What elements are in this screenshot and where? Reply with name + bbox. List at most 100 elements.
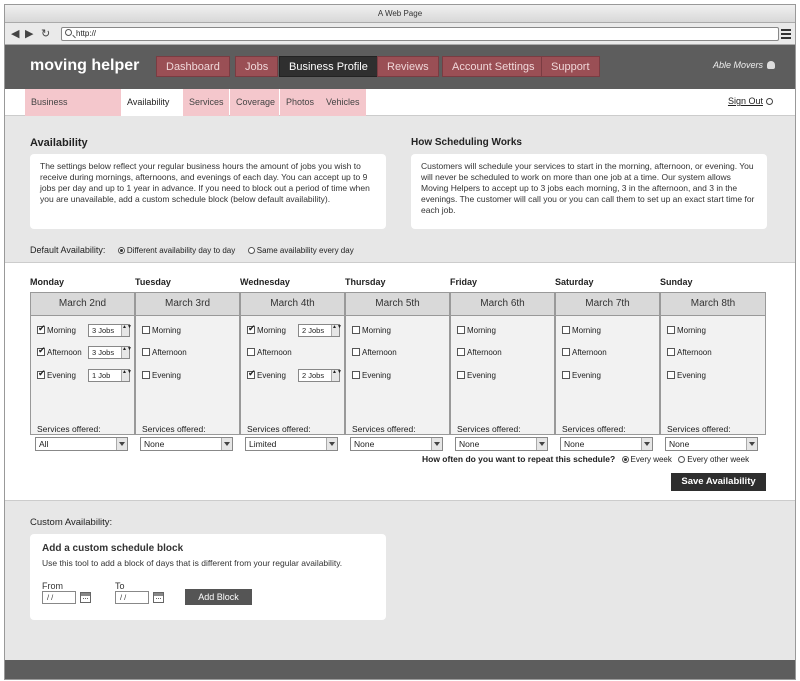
- stepper-arrows-icon[interactable]: ▲▼: [121, 370, 132, 381]
- checkbox-evening[interactable]: [142, 371, 150, 379]
- slot-afternoon[interactable]: Afternoon: [247, 347, 292, 359]
- option-every-week[interactable]: Every week: [621, 455, 672, 464]
- checkbox-morning[interactable]: [142, 326, 150, 334]
- jobs-stepper[interactable]: 3 Jobs ▲▼: [88, 346, 132, 359]
- back-arrow-icon[interactable]: ◀: [11, 27, 19, 41]
- user-menu[interactable]: Able Movers: [713, 60, 775, 70]
- stepper-arrows-icon[interactable]: ▲▼: [331, 370, 342, 381]
- radio-same[interactable]: [247, 247, 255, 254]
- tab-services[interactable]: Services: [183, 89, 229, 116]
- slot-morning[interactable]: Morning: [352, 325, 391, 337]
- checkbox-afternoon[interactable]: [352, 348, 360, 356]
- tab-coverage[interactable]: Coverage: [230, 89, 279, 116]
- url-field[interactable]: http://: [61, 27, 779, 41]
- slot-morning[interactable]: Morning: [37, 323, 76, 337]
- services-select[interactable]: None: [350, 437, 443, 451]
- checkbox-evening[interactable]: [352, 371, 360, 379]
- radio-different[interactable]: [117, 247, 125, 254]
- slot-morning[interactable]: Morning: [142, 325, 181, 337]
- slot-afternoon[interactable]: Afternoon: [352, 347, 397, 359]
- checkbox-evening[interactable]: [667, 371, 675, 379]
- logo[interactable]: moving helper: [30, 57, 139, 75]
- stepper-arrows-icon[interactable]: ▲▼: [121, 325, 132, 336]
- option-every-other-week[interactable]: Every other week: [678, 455, 749, 464]
- to-date-input[interactable]: / /: [115, 591, 149, 604]
- nav-support[interactable]: Support: [541, 56, 600, 77]
- add-block-button[interactable]: Add Block: [185, 589, 252, 605]
- checkbox-afternoon[interactable]: [457, 348, 465, 356]
- slot-morning[interactable]: Morning: [667, 325, 706, 337]
- services-select[interactable]: None: [560, 437, 653, 451]
- stepper-arrows-icon[interactable]: ▲▼: [121, 347, 132, 358]
- jobs-stepper[interactable]: 2 Jobs ▲▼: [298, 324, 342, 337]
- option-different-day[interactable]: Different availability day to day: [117, 246, 235, 255]
- reload-icon[interactable]: ↻: [41, 27, 50, 41]
- slot-morning[interactable]: Morning: [247, 323, 286, 337]
- slot-afternoon[interactable]: Afternoon: [562, 347, 607, 359]
- slot-evening[interactable]: Evening: [37, 368, 76, 382]
- checkbox-morning[interactable]: [247, 323, 256, 335]
- from-calendar-icon[interactable]: [80, 592, 91, 603]
- save-availability-button[interactable]: Save Availability: [671, 473, 766, 491]
- jobs-stepper[interactable]: 2 Jobs ▲▼: [298, 369, 342, 382]
- checkbox-morning[interactable]: [667, 326, 675, 334]
- to-calendar-icon[interactable]: [153, 592, 164, 603]
- slot-evening[interactable]: Evening: [352, 370, 391, 382]
- chevron-down-icon[interactable]: [536, 438, 547, 450]
- slot-afternoon[interactable]: Afternoon: [457, 347, 502, 359]
- nav-account-settings[interactable]: Account Settings: [442, 56, 545, 77]
- nav-jobs[interactable]: Jobs: [235, 56, 279, 77]
- checkbox-afternoon[interactable]: [562, 348, 570, 356]
- slot-morning[interactable]: Morning: [562, 325, 601, 337]
- slot-evening[interactable]: Evening: [247, 368, 286, 382]
- checkbox-afternoon[interactable]: [142, 348, 150, 356]
- checkbox-evening[interactable]: [247, 368, 256, 380]
- slot-morning[interactable]: Morning: [457, 325, 496, 337]
- menu-icon[interactable]: [781, 29, 791, 41]
- from-date-input[interactable]: / /: [42, 591, 76, 604]
- nav-dashboard[interactable]: Dashboard: [156, 56, 230, 77]
- slot-evening[interactable]: Evening: [142, 370, 181, 382]
- chevron-down-icon[interactable]: [431, 438, 442, 450]
- jobs-stepper[interactable]: 1 Job ▲▼: [88, 369, 132, 382]
- chevron-down-icon[interactable]: [641, 438, 652, 450]
- services-select[interactable]: All: [35, 437, 128, 451]
- checkbox-morning[interactable]: [352, 326, 360, 334]
- slot-afternoon[interactable]: Afternoon: [667, 347, 712, 359]
- services-select[interactable]: None: [665, 437, 758, 451]
- chevron-down-icon[interactable]: [326, 438, 337, 450]
- slot-afternoon[interactable]: Afternoon: [142, 347, 187, 359]
- checkbox-evening[interactable]: [562, 371, 570, 379]
- slot-evening[interactable]: Evening: [457, 370, 496, 382]
- chevron-down-icon[interactable]: [116, 438, 127, 450]
- checkbox-morning[interactable]: [562, 326, 570, 334]
- chevron-down-icon[interactable]: [221, 438, 232, 450]
- checkbox-afternoon[interactable]: [667, 348, 675, 356]
- slot-evening[interactable]: Evening: [562, 370, 601, 382]
- option-same-day[interactable]: Same availability every day: [247, 246, 354, 255]
- services-select[interactable]: None: [140, 437, 233, 451]
- checkbox-morning[interactable]: [37, 323, 46, 335]
- slot-afternoon[interactable]: Afternoon: [37, 345, 82, 359]
- nav-reviews[interactable]: Reviews: [377, 56, 439, 77]
- checkbox-morning[interactable]: [457, 326, 465, 334]
- tab-vehicles[interactable]: Vehicles: [320, 89, 366, 116]
- checkbox-afternoon[interactable]: [37, 345, 46, 357]
- sign-out-link[interactable]: Sign Out: [728, 96, 773, 106]
- radio-every-other-week[interactable]: [678, 456, 686, 463]
- tab-availability[interactable]: Availability: [121, 89, 183, 116]
- stepper-arrows-icon[interactable]: ▲▼: [331, 325, 342, 336]
- checkbox-evening[interactable]: [37, 368, 46, 380]
- services-select[interactable]: Limited: [245, 437, 338, 451]
- checkbox-afternoon[interactable]: [247, 348, 255, 356]
- radio-every-week[interactable]: [621, 456, 629, 463]
- nav-business-profile[interactable]: Business Profile: [279, 56, 378, 77]
- tab-photos[interactable]: Photos: [280, 89, 320, 116]
- jobs-stepper[interactable]: 3 Jobs ▲▼: [88, 324, 132, 337]
- checkbox-evening[interactable]: [457, 371, 465, 379]
- forward-arrow-icon[interactable]: ▶: [25, 27, 33, 41]
- slot-evening[interactable]: Evening: [667, 370, 706, 382]
- tab-business-information[interactable]: Business Information: [25, 89, 121, 134]
- services-select[interactable]: None: [455, 437, 548, 451]
- chevron-down-icon[interactable]: [746, 438, 757, 450]
